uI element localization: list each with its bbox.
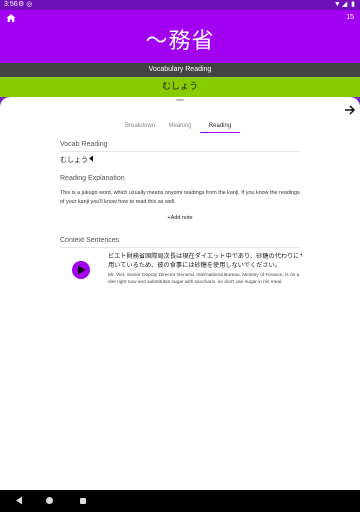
back-icon[interactable] <box>15 496 23 505</box>
home-icon[interactable] <box>6 13 16 23</box>
add-note-button[interactable]: +Add note <box>0 215 360 221</box>
reading-explanation-text: This is a jukugo word, which usually mea… <box>60 190 300 205</box>
home-nav-icon[interactable] <box>46 497 53 504</box>
notification-icons: ⚙ ◎ <box>18 1 33 8</box>
vocab-reading-heading: Vocab Reading <box>60 141 108 148</box>
tab-reading[interactable]: Reading <box>200 121 240 133</box>
review-count: 15 <box>346 14 354 21</box>
context-en-line: Mr. Viet, Senior Deputy Director General… <box>108 273 300 278</box>
context-sentence-english: Mr. Viet, Senior Deputy Director General… <box>108 272 302 290</box>
play-audio-icon[interactable] <box>88 155 94 162</box>
info-sheet: Breakdown Meaning Reading Vocab Reading … <box>0 97 360 490</box>
context-sentence-japanese: ビエト財務省国際局次長は現在ダイエット中であり、砂糖の代わりにサッカリンを 用い… <box>108 252 302 270</box>
play-sentence-button[interactable] <box>72 261 90 279</box>
divider <box>60 151 300 152</box>
vocab-reading-value: むしょう <box>60 156 88 164</box>
info-tabs: Breakdown Meaning Reading <box>120 121 240 133</box>
tab-meaning[interactable]: Meaning <box>160 121 200 133</box>
sheet-drag-handle[interactable] <box>176 99 184 101</box>
question-type-bar: Vocabulary Reading <box>0 63 360 77</box>
context-ja-line: ビエト財務省国際局次長は現在ダイエット中であり、砂糖の代わりにサッカリンを <box>108 253 302 260</box>
context-en-line: diet right now and substitutes sugar wit… <box>108 280 283 285</box>
next-arrow-icon[interactable] <box>344 104 356 116</box>
signal-battery-icons: ▼◢ ▮ <box>333 1 356 8</box>
tab-breakdown[interactable]: Breakdown <box>120 121 160 133</box>
system-nav-bar <box>0 490 360 512</box>
context-sentences-heading: Context Sentences <box>60 237 120 244</box>
status-time: 3:56 <box>4 1 18 8</box>
recents-icon[interactable] <box>80 498 86 504</box>
divider <box>60 247 300 248</box>
context-ja-line: 用いているため、彼の食事には砂糖を使用しないでください。 <box>108 262 281 269</box>
answer-bar: むしょう <box>0 77 360 97</box>
header: 15 〜務省 <box>0 10 360 63</box>
reading-explanation-heading: Reading Explanation <box>60 175 125 182</box>
subject-title: 〜務省 <box>145 29 215 54</box>
play-icon <box>78 265 86 275</box>
status-bar: 3:56 ⚙ ◎ ▼◢ ▮ <box>0 0 360 10</box>
